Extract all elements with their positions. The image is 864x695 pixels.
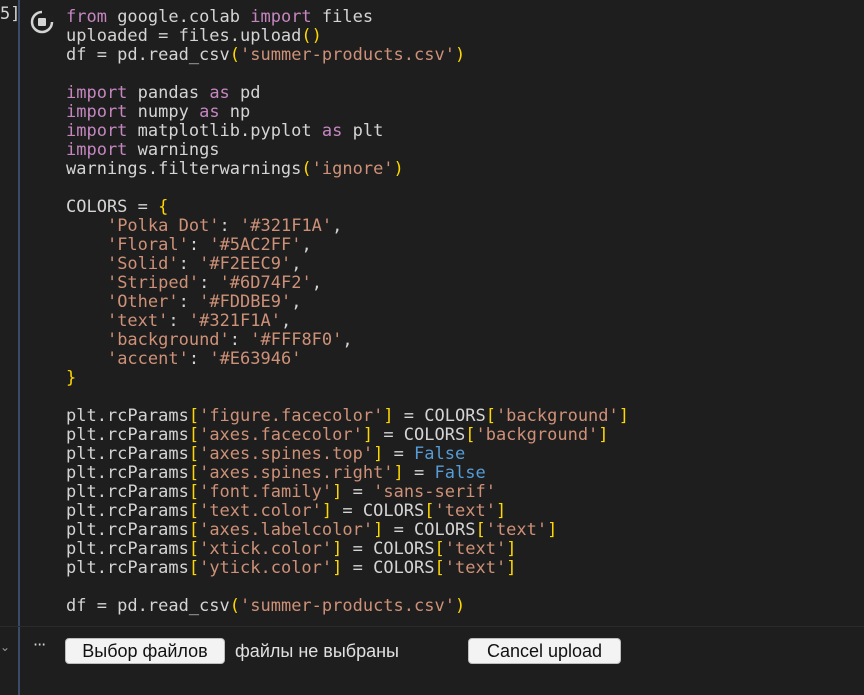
code-line[interactable]: plt.rcParams['font.family'] = 'sans-seri… xyxy=(66,483,629,502)
code-line[interactable]: } xyxy=(66,369,629,388)
cell-border xyxy=(18,0,20,695)
code-line[interactable] xyxy=(66,388,629,407)
code-line[interactable]: import matplotlib.pyplot as plt xyxy=(66,122,629,141)
code-line[interactable] xyxy=(66,65,629,84)
code-line[interactable]: 'Striped': '#6D74F2', xyxy=(66,274,629,293)
code-line[interactable]: import pandas as pd xyxy=(66,84,629,103)
code-line[interactable]: 'Floral': '#5AC2FF', xyxy=(66,236,629,255)
code-line[interactable]: plt.rcParams['figure.facecolor'] = COLOR… xyxy=(66,407,629,426)
run-cell-icon[interactable] xyxy=(30,10,54,34)
code-line[interactable]: 'background': '#FFF8F0', xyxy=(66,331,629,350)
code-line[interactable]: plt.rcParams['axes.spines.right'] = Fals… xyxy=(66,464,629,483)
choose-files-button[interactable]: Выбор файлов xyxy=(65,638,225,664)
code-line[interactable] xyxy=(66,578,629,597)
code-line[interactable]: 'accent': '#E63946' xyxy=(66,350,629,369)
code-line[interactable]: 'Other': '#FDDBE9', xyxy=(66,293,629,312)
code-line[interactable]: plt.rcParams['axes.spines.top'] = False xyxy=(66,445,629,464)
code-editor[interactable]: from google.colab import files uploaded =… xyxy=(66,8,629,616)
output-menu-icon[interactable]: ··· xyxy=(33,635,46,654)
code-line[interactable]: 'Solid': '#F2EEC9', xyxy=(66,255,629,274)
code-line[interactable]: 'text': '#321F1A', xyxy=(66,312,629,331)
code-line[interactable]: 'Polka Dot': '#321F1A', xyxy=(66,217,629,236)
code-line[interactable]: plt.rcParams['text.color'] = COLORS['tex… xyxy=(66,502,629,521)
code-line[interactable]: plt.rcParams['xtick.color'] = COLORS['te… xyxy=(66,540,629,559)
code-line[interactable]: plt.rcParams['ytick.color'] = COLORS['te… xyxy=(66,559,629,578)
code-line[interactable]: import warnings xyxy=(66,141,629,160)
code-line[interactable]: from google.colab import files xyxy=(66,8,629,27)
code-line[interactable]: import numpy as np xyxy=(66,103,629,122)
code-line[interactable]: uploaded = files.upload() xyxy=(66,27,629,46)
code-line[interactable]: warnings.filterwarnings('ignore') xyxy=(66,160,629,179)
code-line[interactable] xyxy=(66,179,629,198)
no-files-label: файлы не выбраны xyxy=(235,641,399,661)
cancel-upload-button[interactable]: Cancel upload xyxy=(468,638,621,664)
collapse-chevron-icon[interactable]: ⌄ xyxy=(0,640,10,654)
code-line[interactable]: COLORS = { xyxy=(66,198,629,217)
code-line[interactable]: df = pd.read_csv('summer-products.csv') xyxy=(66,597,629,616)
code-line[interactable]: plt.rcParams['axes.facecolor'] = COLORS[… xyxy=(66,426,629,445)
code-line[interactable]: df = pd.read_csv('summer-products.csv') xyxy=(66,46,629,65)
code-line[interactable]: plt.rcParams['axes.labelcolor'] = COLORS… xyxy=(66,521,629,540)
